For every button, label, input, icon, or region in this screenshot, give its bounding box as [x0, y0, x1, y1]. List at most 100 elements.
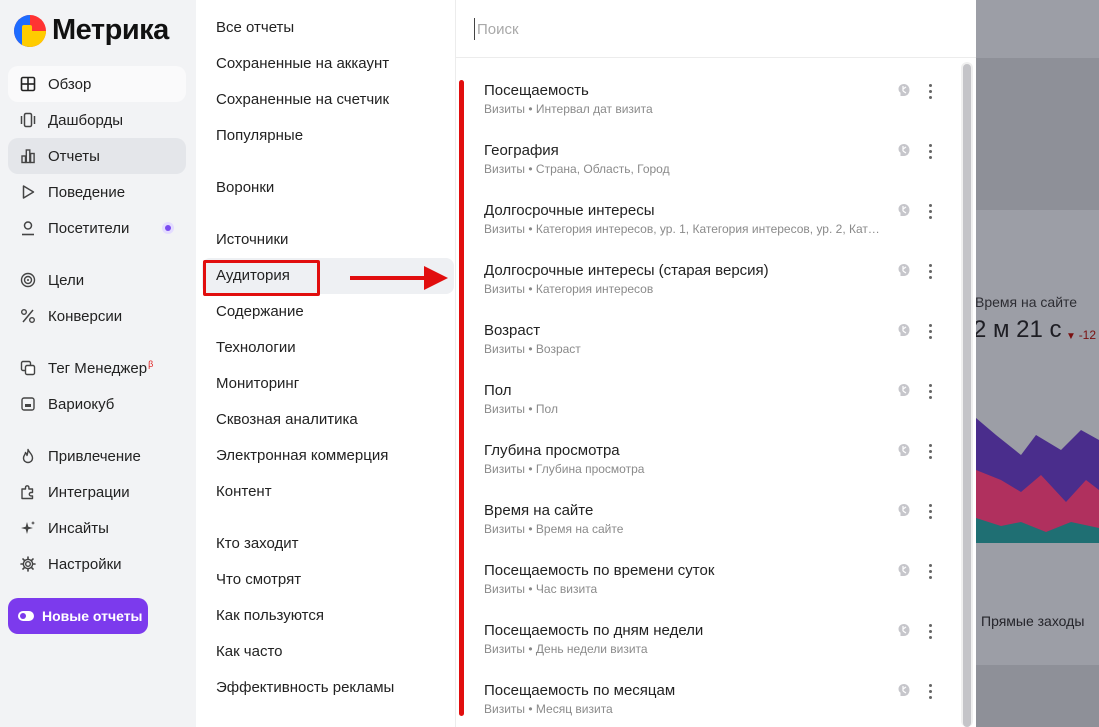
sidebar: Метрика Обзор Дашборды Отчеты Поведение	[0, 0, 196, 727]
category-sources[interactable]: Источники	[216, 230, 288, 250]
brain-icon[interactable]	[896, 322, 912, 338]
report-item-attendance-by-hour[interactable]: Посещаемость по времени суток Визиты • Ч…	[484, 562, 954, 622]
beta-badge: β	[148, 359, 154, 369]
category-how-they-use[interactable]: Как пользуются	[216, 606, 324, 626]
reports-scrollbar[interactable]	[961, 62, 973, 727]
brain-icon[interactable]	[896, 622, 912, 638]
sidebar-item-conversions[interactable]: Конверсии	[8, 298, 186, 334]
target-icon	[20, 272, 36, 288]
more-options-icon[interactable]	[924, 201, 936, 221]
report-item-long-term-interests-old[interactable]: Долгосрочные интересы (старая версия) Ви…	[484, 262, 954, 322]
report-item-age[interactable]: Возраст Визиты • Возраст	[484, 322, 954, 382]
category-monitoring[interactable]: Мониторинг	[216, 374, 299, 394]
report-subtitle: Визиты • Возраст	[484, 342, 581, 356]
brain-icon[interactable]	[896, 142, 912, 158]
brain-icon[interactable]	[896, 682, 912, 698]
play-icon	[20, 184, 36, 200]
category-how-often[interactable]: Как часто	[216, 642, 283, 662]
report-subtitle: Визиты • Глубина просмотра	[484, 462, 645, 476]
sidebar-item-variocube[interactable]: Вариокуб	[8, 386, 186, 422]
scrollbar-thumb[interactable]	[963, 64, 971, 727]
report-item-attendance-by-weekday[interactable]: Посещаемость по дням недели Визиты • Ден…	[484, 622, 954, 682]
sidebar-item-acquisition[interactable]: Привлечение	[8, 438, 186, 474]
category-what-they-view[interactable]: Что смотрят	[216, 570, 301, 590]
brain-icon[interactable]	[896, 502, 912, 518]
category-funnels[interactable]: Воронки	[216, 178, 274, 198]
category-ad-effectiveness[interactable]: Эффективность рекламы	[216, 678, 394, 698]
sidebar-item-label: Обзор	[48, 75, 92, 93]
more-options-icon[interactable]	[924, 261, 936, 281]
sidebar-item-label: Интеграции	[48, 483, 130, 501]
sidebar-item-label: Конверсии	[48, 307, 123, 325]
category-all-reports[interactable]: Все отчеты	[216, 18, 294, 38]
report-item-geography[interactable]: География Визиты • Страна, Область, Горо…	[484, 142, 954, 202]
sidebar-item-overview[interactable]: Обзор	[8, 66, 186, 102]
report-item-view-depth[interactable]: Глубина просмотра Визиты • Глубина просм…	[484, 442, 954, 502]
report-subtitle: Визиты • Час визита	[484, 582, 598, 596]
report-item-attendance-by-month[interactable]: Посещаемость по месяцам Визиты • Месяц в…	[484, 682, 954, 727]
sidebar-item-goals[interactable]: Цели	[8, 262, 186, 298]
grid-icon	[20, 76, 36, 92]
more-options-icon[interactable]	[924, 501, 936, 521]
new-reports-label: Новые отчеты	[42, 608, 143, 624]
more-options-icon[interactable]	[924, 621, 936, 641]
more-options-icon[interactable]	[924, 81, 936, 101]
sidebar-item-reports[interactable]: Отчеты	[8, 138, 186, 174]
sidebar-item-label: Настройки	[48, 555, 122, 573]
report-item-attendance[interactable]: Посещаемость Визиты • Интервал дат визит…	[484, 82, 954, 142]
new-reports-button[interactable]: Новые отчеты	[8, 598, 148, 634]
more-options-icon[interactable]	[924, 381, 936, 401]
sidebar-item-tag-manager[interactable]: Тег Менеджерβ	[8, 350, 186, 386]
sidebar-item-visitors[interactable]: Посетители	[8, 210, 186, 246]
sidebar-item-label: Цели	[48, 271, 85, 289]
user-icon	[20, 220, 36, 236]
category-content-analytics[interactable]: Контент	[216, 482, 272, 502]
report-subtitle: Визиты • Время на сайте	[484, 522, 624, 536]
sidebar-item-label: Инсайты	[48, 519, 109, 537]
dashboards-icon	[20, 112, 36, 128]
metric-value: 2 м 21 с	[976, 316, 1062, 343]
sidebar-item-insights[interactable]: Инсайты	[8, 510, 186, 546]
brain-icon[interactable]	[896, 262, 912, 278]
metric-delta: -12	[1066, 328, 1096, 342]
category-ecommerce[interactable]: Электронная коммерция	[216, 446, 388, 466]
brain-icon[interactable]	[896, 202, 912, 218]
category-content[interactable]: Содержание	[216, 302, 304, 322]
more-options-icon[interactable]	[924, 441, 936, 461]
brain-icon[interactable]	[896, 82, 912, 98]
more-options-icon[interactable]	[924, 681, 936, 701]
category-popular[interactable]: Популярные	[216, 126, 303, 146]
logo[interactable]: Метрика	[14, 14, 169, 47]
report-title: Возраст	[484, 322, 541, 339]
brain-icon[interactable]	[896, 562, 912, 578]
search-bar	[456, 0, 976, 58]
report-title: Пол	[484, 382, 512, 399]
more-options-icon[interactable]	[924, 141, 936, 161]
search-input[interactable]	[474, 18, 914, 40]
reports-panel: Посещаемость Визиты • Интервал дат визит…	[456, 0, 976, 727]
brain-icon[interactable]	[896, 382, 912, 398]
report-title: Время на сайте	[484, 502, 594, 519]
report-subtitle: Визиты • Страна, Область, Город	[484, 162, 670, 176]
report-item-time-on-site[interactable]: Время на сайте Визиты • Время на сайте	[484, 502, 954, 562]
brain-icon[interactable]	[896, 442, 912, 458]
category-who-visits[interactable]: Кто заходит	[216, 534, 299, 554]
category-technologies[interactable]: Технологии	[216, 338, 296, 358]
more-options-icon[interactable]	[924, 321, 936, 341]
sidebar-nav: Обзор Дашборды Отчеты Поведение Посетите…	[8, 66, 186, 582]
more-options-icon[interactable]	[924, 561, 936, 581]
report-item-gender[interactable]: Пол Визиты • Пол	[484, 382, 954, 442]
sidebar-item-behavior[interactable]: Поведение	[8, 174, 186, 210]
report-title: Посещаемость по времени суток	[484, 562, 715, 579]
sidebar-item-settings[interactable]: Настройки	[8, 546, 186, 582]
category-saved-counter[interactable]: Сохраненные на счетчик	[216, 90, 389, 110]
category-end-to-end-analytics[interactable]: Сквозная аналитика	[216, 410, 358, 430]
sidebar-item-integrations[interactable]: Интеграции	[8, 474, 186, 510]
report-title: География	[484, 142, 559, 159]
report-title: Долгосрочные интересы (старая версия)	[484, 262, 769, 279]
report-item-long-term-interests[interactable]: Долгосрочные интересы Визиты • Категория…	[484, 202, 954, 262]
sidebar-item-dashboards[interactable]: Дашборды	[8, 102, 186, 138]
report-subtitle: Визиты • Интервал дат визита	[484, 102, 653, 116]
report-subtitle: Визиты • Месяц визита	[484, 702, 613, 716]
category-saved-account[interactable]: Сохраненные на аккаунт	[216, 54, 389, 74]
